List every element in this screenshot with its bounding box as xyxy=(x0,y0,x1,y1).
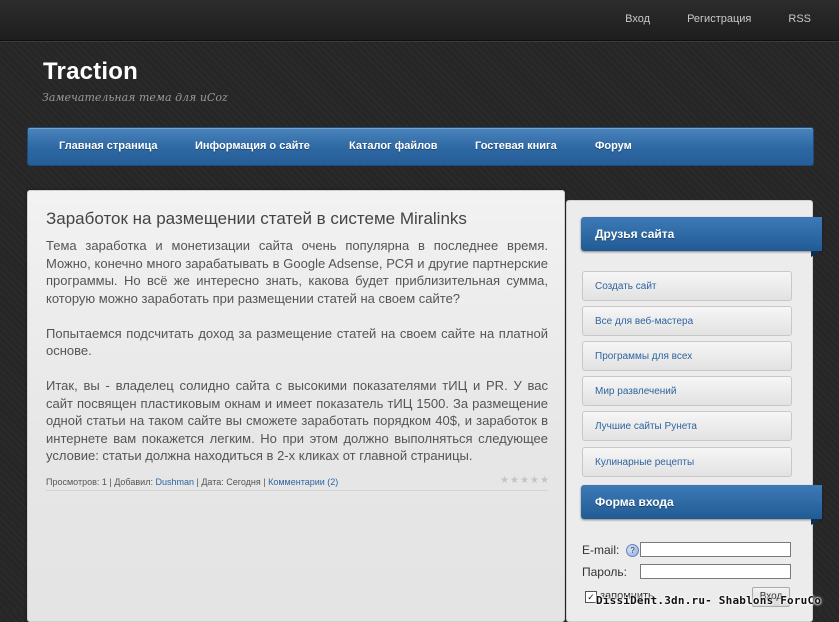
post-paragraph: Тема заработка и монетизации сайта очень… xyxy=(46,238,548,306)
nav-item-files[interactable]: Каталог файлов xyxy=(349,140,438,152)
friends-block-title: Друзья сайта xyxy=(581,217,822,251)
post-title[interactable]: Заработок на размещении статей в системе… xyxy=(46,209,467,229)
top-link-rss[interactable]: RSS xyxy=(788,13,811,25)
site-slogan: Замечательная тема для uCoz xyxy=(42,91,228,104)
help-icon[interactable]: ? xyxy=(626,544,639,557)
views-label: Просмотров: 1 | Добавил: xyxy=(46,477,156,487)
star-icon[interactable]: ★ xyxy=(520,476,530,486)
ribbon-fold xyxy=(811,251,822,257)
password-input[interactable] xyxy=(640,564,791,579)
post-meta: Просмотров: 1 | Добавил: Dushman | Дата:… xyxy=(46,477,338,487)
main-nav: Главная страница Информация о сайте Ката… xyxy=(27,127,814,166)
password-label: Пароль: xyxy=(582,565,627,579)
star-icon[interactable]: ★ xyxy=(540,476,550,486)
email-label: E-mail: xyxy=(582,543,620,557)
top-links: Вход Регистрация RSS xyxy=(588,13,811,25)
comments-link[interactable]: Комментарии (2) xyxy=(268,477,338,487)
post-paragraph: Попытаемся подсчитать доход за размещени… xyxy=(46,325,548,359)
friend-link[interactable]: Программы для всех xyxy=(582,341,792,371)
top-link-login[interactable]: Вход xyxy=(625,13,650,25)
date-label: | Дата: Сегодня | xyxy=(193,477,269,487)
post-body: Тема заработка и монетизации сайта очень… xyxy=(46,237,548,482)
friend-link[interactable]: Создать сайт xyxy=(582,271,792,301)
post-divider xyxy=(46,490,548,491)
nav-item-forum[interactable]: Форум xyxy=(595,140,632,152)
rating-stars[interactable]: ★ ★ ★ ★ ★ xyxy=(500,476,550,486)
email-input[interactable] xyxy=(640,542,791,557)
nav-item-about[interactable]: Информация о сайте xyxy=(195,140,310,152)
author-link[interactable]: Dushman xyxy=(155,477,194,487)
friend-link[interactable]: Лучшие сайты Рунета xyxy=(582,411,792,441)
star-icon[interactable]: ★ xyxy=(500,476,510,486)
friend-link[interactable]: Все для веб-мастера xyxy=(582,306,792,336)
ribbon-fold xyxy=(811,519,822,525)
watermark: DissiDent.3dn.ru- Shablons ForuCo xyxy=(596,594,822,607)
post-paragraph: Итак, вы - владелец солидно сайта с высо… xyxy=(46,378,548,463)
content-panel: Заработок на размещении статей в системе… xyxy=(27,190,565,622)
site-logo[interactable]: Traction xyxy=(43,58,138,86)
login-block-title: Форма входа xyxy=(581,485,822,519)
friend-link[interactable]: Кулинарные рецепты xyxy=(582,447,792,477)
nav-item-home[interactable]: Главная страница xyxy=(59,140,158,152)
top-link-register[interactable]: Регистрация xyxy=(687,13,751,25)
star-icon[interactable]: ★ xyxy=(510,476,520,486)
star-icon[interactable]: ★ xyxy=(530,476,540,486)
friend-link[interactable]: Мир развлечений xyxy=(582,376,792,406)
top-bar: Вход Регистрация RSS xyxy=(0,0,839,41)
nav-item-guestbook[interactable]: Гостевая книга xyxy=(475,140,557,152)
